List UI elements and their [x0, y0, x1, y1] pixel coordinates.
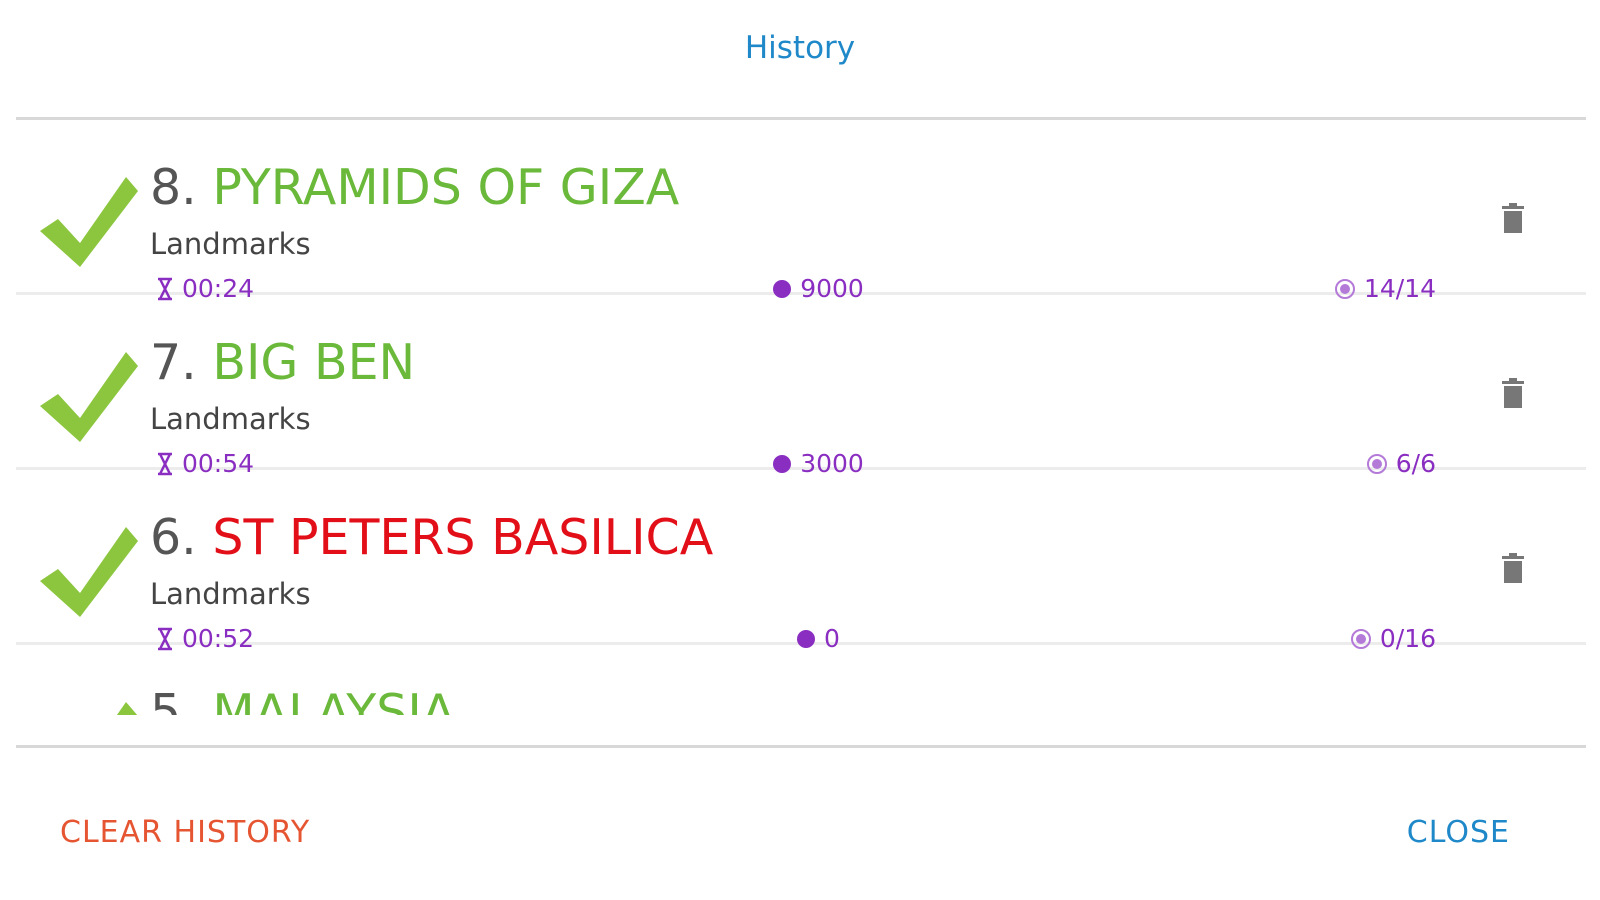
history-row[interactable]: 5. MALAYSIA [16, 645, 1586, 715]
trash-icon[interactable] [1502, 553, 1524, 583]
row-name: MALAYSIA [212, 684, 456, 715]
check-icon [116, 702, 138, 715]
row-category: Landmarks [150, 227, 311, 261]
row-title: 5. MALAYSIA [150, 688, 455, 715]
row-title: 7. BIG BEN [150, 338, 415, 387]
history-dialog: History 8. PYRAMIDS OF GIZA Landmarks 00… [0, 0, 1600, 900]
trash-icon[interactable] [1502, 378, 1524, 408]
check-icon [40, 177, 138, 267]
history-row[interactable]: 6. ST PETERS BASILICA Landmarks 00:52 0 [16, 470, 1586, 653]
row-number: 5. [150, 684, 197, 715]
row-category: Landmarks [150, 402, 311, 436]
row-number: 7. [150, 334, 197, 391]
row-name: BIG BEN [212, 334, 416, 391]
row-number: 6. [150, 509, 197, 566]
dialog-title: History [744, 30, 856, 66]
close-button[interactable]: CLOSE [1407, 815, 1510, 850]
clear-history-button[interactable]: CLEAR HISTORY [60, 815, 310, 850]
row-category: Landmarks [150, 577, 311, 611]
history-row[interactable]: 8. PYRAMIDS OF GIZA Landmarks 00:24 9000 [16, 120, 1586, 303]
bottom-divider [16, 745, 1586, 748]
row-title: 8. PYRAMIDS OF GIZA [150, 163, 679, 212]
row-title: 6. ST PETERS BASILICA [150, 513, 713, 562]
check-icon [40, 352, 138, 442]
check-icon [40, 527, 138, 617]
row-number: 8. [150, 159, 197, 216]
row-name: ST PETERS BASILICA [212, 509, 714, 566]
history-list[interactable]: 8. PYRAMIDS OF GIZA Landmarks 00:24 9000 [16, 120, 1586, 715]
history-row[interactable]: 7. BIG BEN Landmarks 00:54 3000 6/6 [16, 295, 1586, 478]
row-name: PYRAMIDS OF GIZA [212, 159, 680, 216]
trash-icon[interactable] [1502, 203, 1524, 233]
